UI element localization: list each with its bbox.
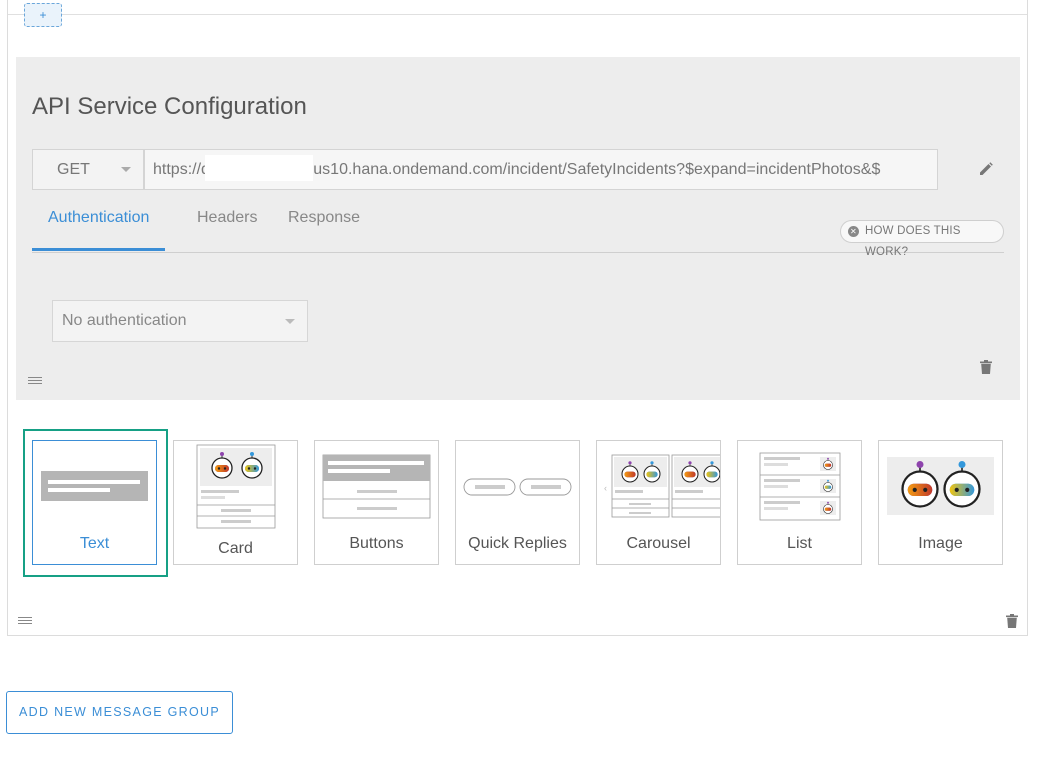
drag-handle-icon[interactable] <box>18 617 32 625</box>
trash-icon[interactable] <box>980 360 992 374</box>
trash-icon[interactable] <box>1006 614 1018 628</box>
api-service-panel: API Service Configuration GET https://da… <box>16 57 1020 400</box>
chevron-down-icon <box>121 167 131 172</box>
tab-response[interactable]: Response <box>288 209 360 227</box>
quick-replies-preview-icon <box>463 478 572 496</box>
tile-label-text: Text <box>79 535 110 552</box>
tab-authentication[interactable]: Authentication <box>48 209 149 227</box>
auth-select-value: No authentication <box>62 312 187 329</box>
message-type-text[interactable]: Text <box>32 440 157 565</box>
redacted-block <box>204 154 313 181</box>
tile-label-quick-replies: Quick Replies <box>468 535 567 552</box>
message-type-list[interactable]: List <box>737 440 862 565</box>
text-preview-icon <box>41 471 148 501</box>
http-method-select[interactable]: GET <box>32 149 144 190</box>
tile-label-carousel: Carousel <box>626 535 691 552</box>
help-label: HOW DOES THIS WORK? <box>865 225 961 258</box>
carousel-preview-icon: ‹ <box>604 454 720 518</box>
tile-label-image: Image <box>918 535 963 552</box>
tile-label-list: List <box>787 535 812 552</box>
message-type-quick-replies[interactable]: Quick Replies <box>455 440 580 565</box>
url-suffix: .us10.hana.ondemand.com/incident/SafetyI… <box>308 161 881 178</box>
image-preview-icon <box>887 457 994 515</box>
pencil-icon[interactable] <box>978 161 994 177</box>
add-message-group-button[interactable]: ADD NEW MESSAGE GROUP <box>6 691 233 734</box>
api-config-title: API Service Configuration <box>32 93 307 120</box>
tile-label-buttons: Buttons <box>349 535 404 552</box>
message-type-image[interactable]: Image <box>878 440 1003 565</box>
svg-text:‹: ‹ <box>604 483 607 493</box>
url-input[interactable]: https://da .us10.hana.ondemand.com/incide… <box>144 149 938 190</box>
how-does-this-work-button[interactable]: ✕ HOW DOES THIS WORK? <box>840 220 1004 258</box>
message-type-buttons[interactable]: Buttons <box>314 440 439 565</box>
chevron-down-icon <box>285 319 295 324</box>
authentication-select[interactable]: No authentication <box>52 300 308 342</box>
tile-label-card: Card <box>218 540 253 557</box>
active-tab-indicator <box>32 248 165 251</box>
drag-handle-icon[interactable] <box>28 377 42 385</box>
list-preview-icon <box>759 452 841 521</box>
tab-headers[interactable]: Headers <box>197 209 257 227</box>
buttons-preview-icon <box>322 454 431 519</box>
message-type-carousel[interactable]: ‹ Carousel <box>596 440 721 565</box>
message-type-card[interactable]: Card <box>173 440 298 565</box>
card-preview-icon <box>196 444 276 529</box>
http-method-value: GET <box>57 161 90 178</box>
close-icon: ✕ <box>848 226 859 237</box>
